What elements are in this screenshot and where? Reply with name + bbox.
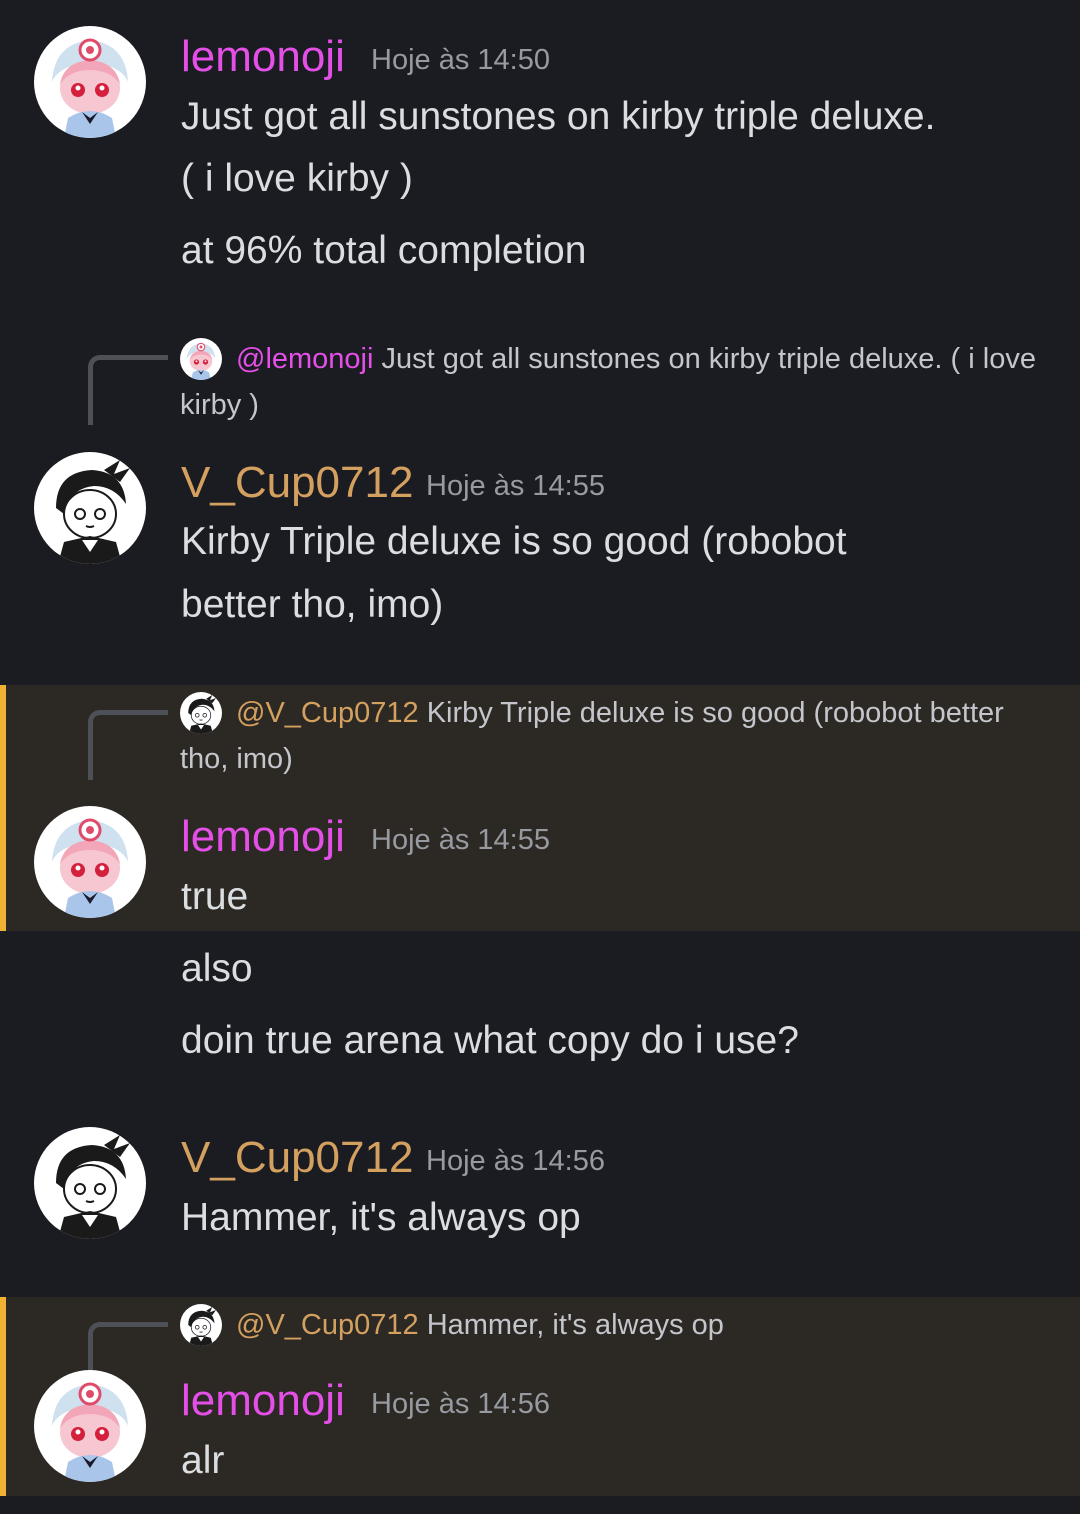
reply-preview[interactable]: @lemonoji Just got all sunstones on kirb… [180,336,1040,428]
reply-mention[interactable]: @V_Cup0712 [236,1309,419,1341]
timestamp: Hoje às 14:50 [371,44,550,76]
avatar-lemonoji-icon[interactable] [34,1370,146,1482]
avatar-lemonoji-icon[interactable] [34,806,146,918]
message-line: better tho, imo) [181,583,444,626]
reply-connector [88,710,168,780]
message-line: true [181,875,249,918]
author-name[interactable]: lemonoji [181,31,345,83]
message-line: Hammer, it's always op [181,1196,581,1239]
message-line: also [181,947,253,990]
avatar-vcup-icon[interactable] [34,1127,146,1239]
message-line: Kirby Triple deluxe is so good (robobot [181,520,847,563]
message-line: alr [181,1439,225,1482]
message-line: at 96% total completion [181,229,587,272]
avatar-lemonoji-icon[interactable] [34,26,146,138]
avatar-vcup-icon[interactable] [34,452,146,564]
message-line: ( i love kirby ) [181,157,413,200]
timestamp: Hoje às 14:56 [371,1388,550,1420]
timestamp: Hoje às 14:56 [426,1145,605,1177]
reply-preview[interactable]: @V_Cup0712 Kirby Triple deluxe is so goo… [180,690,1040,782]
message-line: doin true arena what copy do i use? [181,1019,799,1062]
reply-connector [88,355,168,425]
author-name[interactable]: V_Cup0712 [181,1132,413,1184]
timestamp: Hoje às 14:55 [426,470,605,502]
author-name[interactable]: lemonoji [181,1375,345,1427]
timestamp: Hoje às 14:55 [371,824,550,856]
reply-snippet: Hammer, it's always op [426,1309,724,1341]
message-line: Just got all sunstones on kirby triple d… [181,95,936,138]
reply-preview[interactable]: @V_Cup0712 Hammer, it's always op [180,1302,1040,1348]
reply-mention[interactable]: @V_Cup0712 [236,697,419,729]
author-name[interactable]: lemonoji [181,811,345,863]
reply-mention[interactable]: @lemonoji [236,343,373,375]
author-name[interactable]: V_Cup0712 [181,457,413,509]
